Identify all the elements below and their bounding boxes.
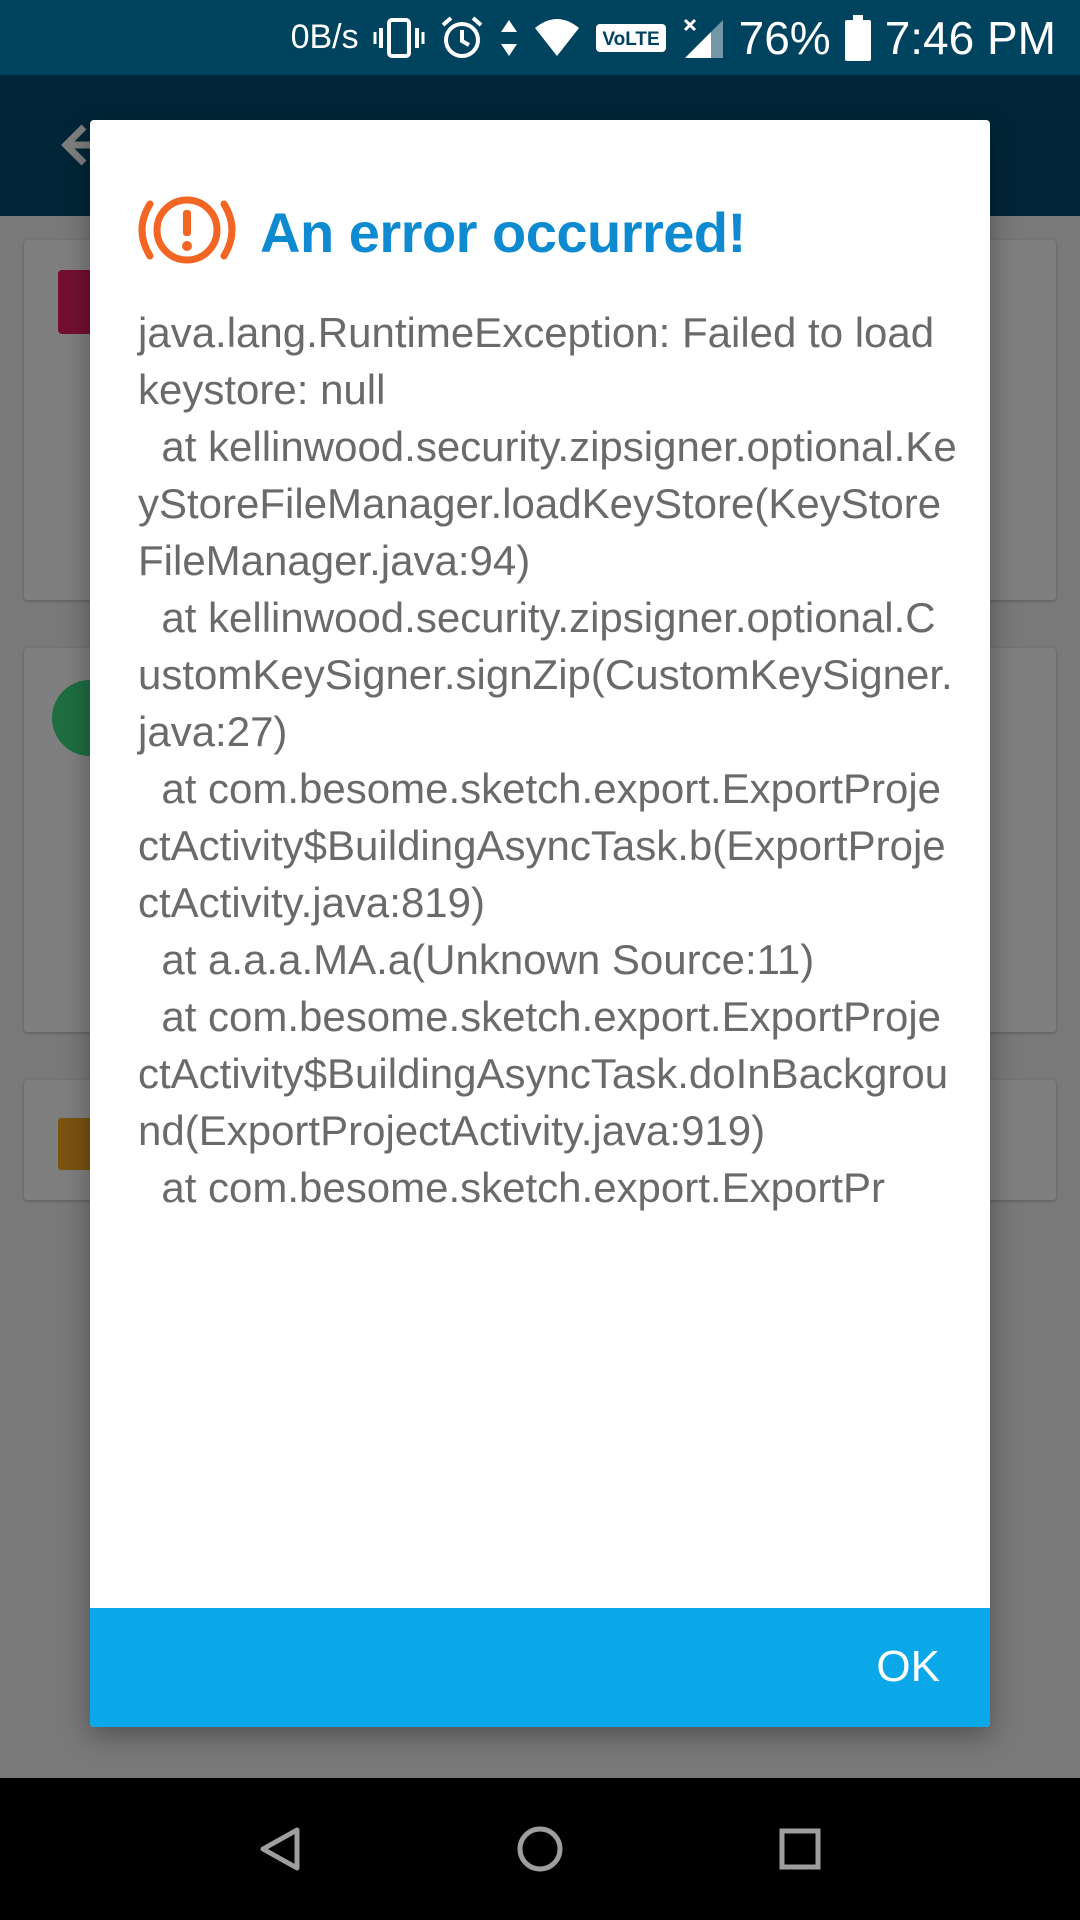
error-icon (138, 192, 236, 273)
status-bar: 0B/s VoLTE 76% 7:46 PM (0, 0, 1080, 75)
navigation-bar (0, 1778, 1080, 1920)
ok-button[interactable]: OK (866, 1634, 950, 1700)
battery-percent: 76% (738, 11, 831, 64)
battery-icon (844, 14, 871, 61)
signal-icon (681, 16, 725, 60)
recents-nav-icon[interactable] (755, 1804, 845, 1894)
vibrate-icon (373, 16, 425, 60)
error-dialog: An error occurred! java.lang.RuntimeExce… (90, 120, 990, 1727)
dialog-title: An error occurred! (260, 200, 746, 264)
alarm-icon (439, 15, 485, 61)
data-transfer-icon (499, 18, 519, 58)
clock: 7:46 PM (884, 11, 1056, 64)
volte-badge: VoLTE (595, 23, 667, 53)
dialog-header: An error occurred! (138, 192, 746, 272)
net-speed: 0B/s (290, 18, 359, 56)
home-nav-icon[interactable] (495, 1804, 585, 1894)
back-nav-icon[interactable] (235, 1804, 325, 1894)
volte-text: VoLTE (602, 29, 659, 50)
error-message: java.lang.RuntimeException: Failed to lo… (138, 309, 957, 1211)
dialog-footer: OK (90, 1608, 990, 1727)
wifi-icon (533, 18, 581, 58)
